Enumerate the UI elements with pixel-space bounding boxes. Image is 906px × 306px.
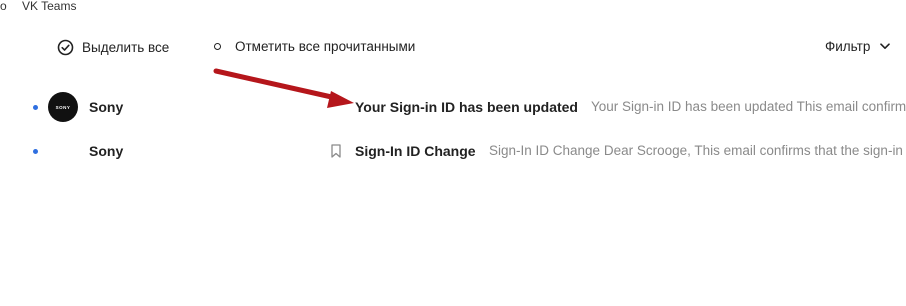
message-preview: Your Sign-in ID has been updated This em… <box>591 99 906 114</box>
mark-all-read-label: Отметить все прочитанными <box>235 39 416 54</box>
mark-all-read-button[interactable]: Отметить все прочитанными <box>214 39 415 54</box>
message-subject: Your Sign-in ID has been updated <box>355 99 578 115</box>
filter-label: Фильтр <box>825 39 871 54</box>
message-sender: Sony <box>89 99 124 115</box>
bookmark-icon[interactable] <box>331 144 341 158</box>
top-strip-leading-text: o <box>0 0 7 13</box>
select-all-button[interactable]: Выделить все <box>57 39 169 56</box>
read-dot-icon <box>214 43 221 50</box>
unread-indicator <box>33 149 38 154</box>
select-all-label: Выделить все <box>82 40 170 55</box>
message-preview: Sign-In ID Change Dear Scrooge, This ema… <box>489 143 903 158</box>
app-name[interactable]: VK Teams <box>22 0 76 13</box>
message-row[interactable]: SONY Sony Your Sign-in ID has been updat… <box>0 85 906 129</box>
mail-list-page: o VK Teams Выделить все Отметить все про… <box>0 0 906 306</box>
message-row[interactable]: Sony Sign-In ID Change Sign-In ID Change… <box>0 129 906 173</box>
unread-indicator <box>33 105 38 110</box>
message-subject: Sign-In ID Change <box>355 143 476 159</box>
avatar-logo-text: SONY <box>55 104 71 110</box>
check-circle-icon <box>57 39 74 56</box>
message-sender: Sony <box>89 143 124 159</box>
sender-avatar: SONY <box>48 92 78 122</box>
chevron-down-icon <box>880 43 891 49</box>
filter-dropdown[interactable]: Фильтр <box>825 39 891 54</box>
